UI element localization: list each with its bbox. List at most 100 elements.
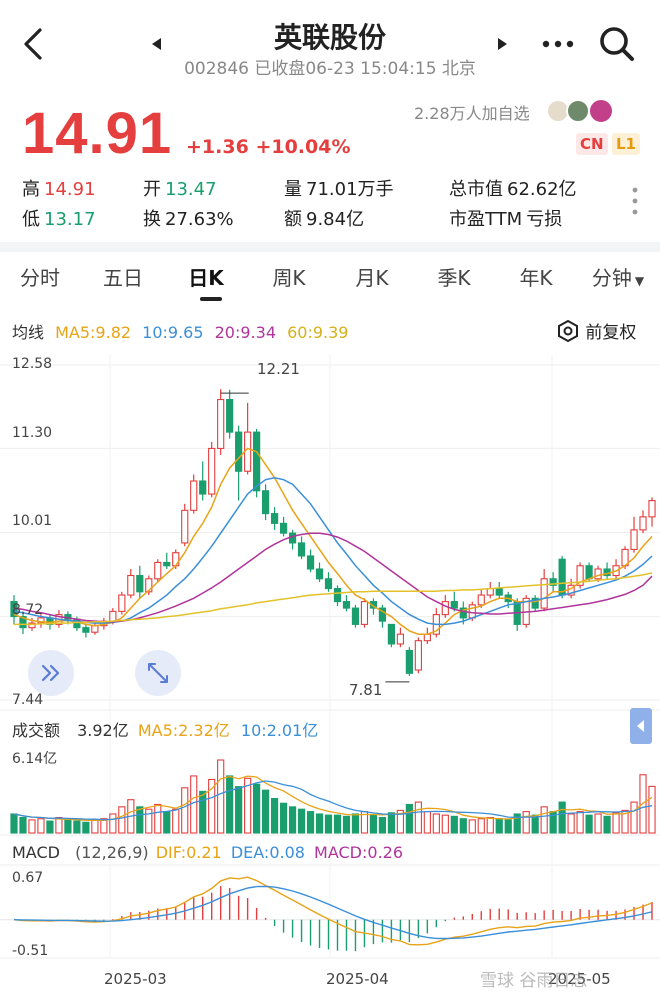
more-stats-icon[interactable] [631, 186, 639, 216]
price-axis-label: 10.01 [12, 513, 53, 529]
ma-legend: 均线 MA5:9.82 10:9.65 20:9.34 60:9.39 [12, 319, 354, 343]
volume-bar [648, 785, 656, 834]
candle-body [109, 610, 117, 622]
volume-bar [585, 814, 593, 834]
volume-bar [594, 813, 602, 834]
volume-bar [91, 819, 99, 834]
stat-open: 开 13.47 [143, 179, 217, 200]
tab-weekly-k[interactable]: 周K [249, 262, 329, 291]
ma60-value: 60:9.39 [287, 323, 349, 342]
volume-bar [270, 797, 279, 834]
stock-detail-screen: { "header": {"title": "英联股份", "subtitle"… [0, 0, 660, 1001]
avatar [566, 99, 590, 123]
followers-count[interactable]: 2.28万人加自选 [414, 100, 530, 124]
adjust-toggle[interactable]: 前复权 [556, 318, 636, 343]
price-axis-label: 12.58 [12, 356, 53, 372]
candle-body [594, 568, 602, 580]
volume-bar [378, 816, 387, 834]
kline-chart[interactable] [0, 345, 660, 1001]
ma10-value: 10:9.65 [142, 323, 204, 342]
macd-title: MACD [12, 843, 60, 862]
candle-body [414, 640, 422, 671]
candle-body [486, 588, 494, 596]
volume-legend: 成交额 3.92亿 MA5:2.32亿 10:2.01亿 [12, 717, 318, 741]
stat-volume: 量 71.01万手 [284, 179, 394, 200]
tab-yearly-k[interactable]: 年K [496, 262, 576, 291]
stat-market-cap: 总市值 62.62亿 [449, 179, 577, 200]
candle-body [648, 500, 656, 518]
macd-axis-min: -0.51 [12, 943, 49, 959]
macd-dea: DEA:0.08 [230, 843, 305, 862]
price-axis-label: 8.72 [12, 602, 44, 618]
fullscreen-button[interactable] [135, 650, 181, 696]
candle-body [585, 565, 593, 580]
volume-bar [145, 808, 153, 834]
volume-bar [603, 815, 611, 834]
volume-bar [486, 816, 494, 834]
candle-body [396, 633, 404, 645]
volume-bar [432, 813, 440, 834]
candle-body [270, 513, 279, 524]
high-price-marker: 12.21 [257, 360, 300, 378]
volume-bar [10, 813, 18, 834]
volume-bar [172, 808, 180, 834]
candle-body [226, 398, 234, 433]
tab-daily-k[interactable]: 日K [166, 262, 246, 291]
tab-five-day[interactable]: 五日 [83, 262, 163, 291]
volume-bar [531, 814, 539, 834]
tab-minutes[interactable]: 分钟 ▼ [580, 262, 656, 291]
volume-bar [450, 815, 458, 834]
volume-bar [279, 802, 288, 834]
follower-avatars[interactable] [546, 98, 618, 124]
price-axis-label: 11.30 [12, 425, 53, 441]
candle-body [154, 561, 162, 580]
candle-body [405, 649, 413, 674]
candle-body [279, 522, 288, 534]
settings-hexagon-icon [558, 319, 578, 343]
last-price: 14.91 [22, 101, 173, 166]
tab-quarterly-k[interactable]: 季K [414, 262, 494, 291]
stat-low: 低 13.17 [22, 209, 96, 230]
candle-body [208, 447, 216, 495]
candle-body [163, 561, 171, 567]
candle-body [342, 601, 351, 609]
macd-axis-max: 0.67 [12, 870, 44, 886]
stat-pe-ttm: 市盈TTM 亏损 [449, 209, 563, 230]
volume-bar [540, 806, 548, 834]
volume-bar [351, 813, 360, 834]
volume-bar [190, 775, 198, 834]
volume-bar [612, 812, 620, 834]
search-icon[interactable] [598, 25, 636, 63]
macd-value: MACD:0.26 [314, 843, 404, 862]
candle-body [82, 627, 90, 633]
volume-bar [468, 819, 476, 834]
candle-body [540, 578, 548, 609]
volume-bar [19, 816, 27, 834]
volume-bar [315, 813, 324, 834]
candle-body [288, 532, 297, 544]
candle-body [630, 529, 638, 550]
x-axis-label: 2025-04 [326, 970, 389, 988]
candle-body [351, 607, 360, 625]
expand-panel-button[interactable] [28, 650, 74, 696]
volume-bar [55, 816, 63, 834]
triangle-left-icon [637, 720, 644, 732]
volume-bar [405, 803, 413, 834]
collapse-panel-button[interactable] [630, 708, 652, 744]
tab-intraday[interactable]: 分时 [0, 262, 80, 291]
volume-bar [441, 814, 449, 834]
stat-turnover: 换 27.63% [143, 209, 234, 230]
volume-bar [567, 813, 575, 834]
candle-body [127, 574, 135, 596]
x-axis-label: 2025-03 [104, 970, 167, 988]
more-icon[interactable] [542, 40, 574, 48]
volume-bar [73, 820, 81, 834]
caret-down-icon: ▼ [634, 274, 645, 288]
macd-legend: MACD (12,26,9) DIF:0.21 DEA:0.08 MACD:0.… [12, 843, 403, 862]
candle-body [495, 588, 503, 596]
tab-monthly-k[interactable]: 月K [332, 262, 412, 291]
candle-body [639, 516, 647, 531]
candle-body [315, 568, 324, 580]
volume-bar [253, 783, 261, 834]
volume-bar [46, 820, 54, 834]
